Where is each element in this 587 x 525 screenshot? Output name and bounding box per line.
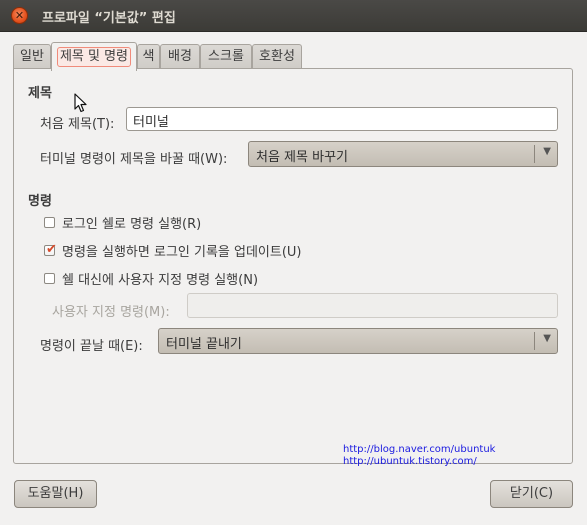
tab-general[interactable]: 일반 xyxy=(13,44,51,69)
command-section-heading: 명령 xyxy=(28,194,52,209)
title-section-heading: 제목 xyxy=(28,86,52,101)
combo-separator xyxy=(534,145,535,163)
tab-panel: 제목 처음 제목(T): 터미널 터미널 명령이 제목을 바꿀 때(W): 처음… xyxy=(13,68,573,467)
check-icon: ✔ xyxy=(46,242,57,257)
dynamic-title-combo[interactable]: 처음 제목 바꾸기 ▼ xyxy=(248,141,558,167)
update-records-checkbox[interactable]: ✔ xyxy=(44,242,57,257)
initial-title-value: 터미널 xyxy=(133,115,169,130)
exit-action-combo[interactable]: 터미널 끝내기 ▼ xyxy=(158,328,558,354)
close-icon[interactable]: ✕ xyxy=(11,7,28,24)
login-shell-label[interactable]: 로그인 쉘로 명령 실행(R) xyxy=(62,213,201,232)
initial-title-label: 처음 제목(T): xyxy=(40,117,115,132)
credit-tistory-link[interactable]: http://ubuntuk.tistory.com/ xyxy=(343,456,477,467)
custom-command-label[interactable]: 쉘 대신에 사용자 지정 명령 실행(N) xyxy=(62,269,258,288)
tab-colors[interactable]: 색 xyxy=(137,44,160,69)
tab-scrolling[interactable]: 스크롤 xyxy=(200,44,252,69)
window-titlebar: ✕ 프로파일 “기본값” 편집 xyxy=(0,0,587,32)
window-title: 프로파일 “기본값” 편집 xyxy=(42,11,176,26)
mouse-cursor-icon xyxy=(74,93,87,113)
help-button[interactable]: 도움말(H) xyxy=(14,480,97,508)
dialog-body: 일반 제목 및 명령 색 배경 스크롤 호환성 제목 처음 제목(T): 터미널… xyxy=(0,32,587,525)
chevron-down-icon: ▼ xyxy=(543,333,551,344)
credit-blog-link[interactable]: http://blog.naver.com/ubuntuk xyxy=(343,444,495,455)
exit-action-label: 명령이 끝날 때(E): xyxy=(40,339,143,354)
tab-background[interactable]: 배경 xyxy=(160,44,200,69)
close-button[interactable]: 닫기(C) xyxy=(490,480,573,508)
dynamic-title-label: 터미널 명령이 제목을 바꿀 때(W): xyxy=(40,152,228,167)
update-records-label[interactable]: 명령을 실행하면 로그인 기록을 업데이트(U) xyxy=(62,241,302,260)
custom-command-input[interactable] xyxy=(187,293,558,318)
dynamic-title-value: 처음 제목 바꾸기 xyxy=(256,150,348,165)
tab-compatibility[interactable]: 호환성 xyxy=(252,44,302,69)
combo-separator xyxy=(534,332,535,350)
chevron-down-icon: ▼ xyxy=(543,146,551,157)
login-shell-checkbox[interactable] xyxy=(44,217,55,228)
custom-command-field-label: 사용자 지정 명령(M): xyxy=(52,305,170,320)
custom-command-checkbox[interactable] xyxy=(44,273,55,284)
initial-title-input[interactable]: 터미널 xyxy=(126,107,558,131)
tab-title-and-command[interactable]: 제목 및 명령 xyxy=(51,42,137,71)
exit-action-value: 터미널 끝내기 xyxy=(166,337,242,352)
